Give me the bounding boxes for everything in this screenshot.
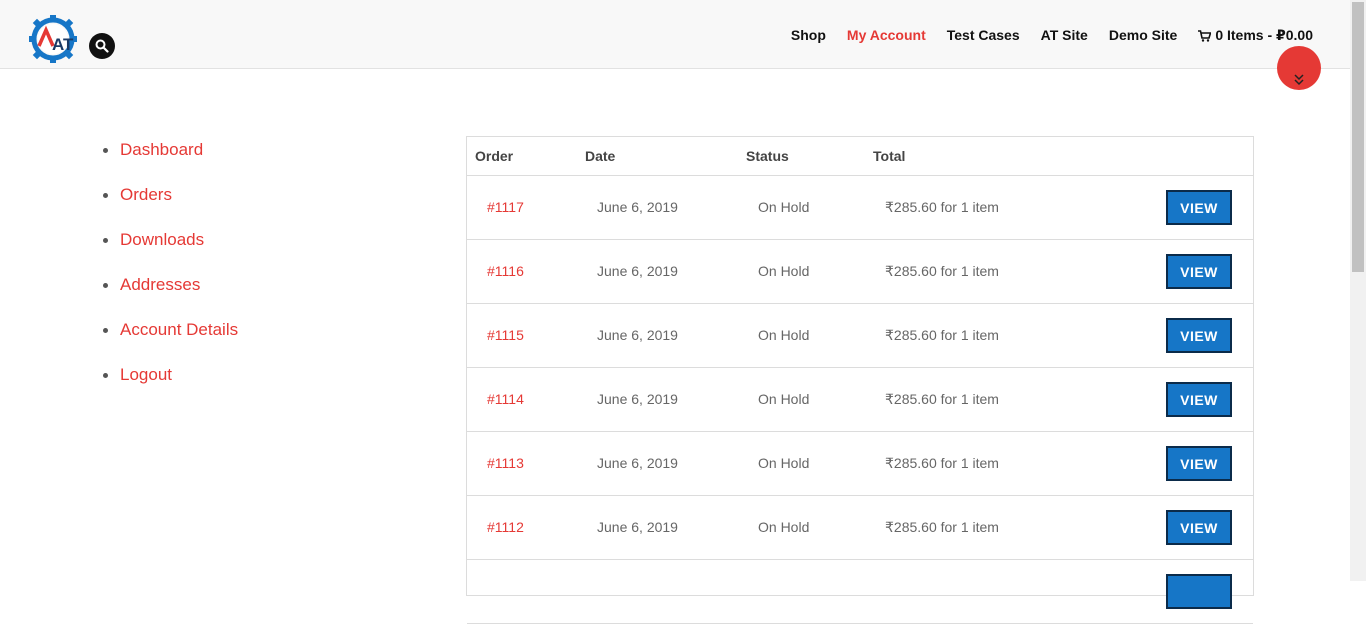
column-order: Order [475,148,514,164]
order-number-link[interactable]: #1115 [487,327,524,343]
order-status: On Hold [758,327,810,343]
order-date: June 6, 2019 [597,455,678,471]
table-header: Order Date Status Total [467,137,1253,176]
table-row: #1115 June 6, 2019 On Hold ₹285.60 for 1… [467,304,1253,368]
chevron-double-down-icon [1294,74,1304,86]
view-order-button[interactable]: VIEW [1166,446,1232,481]
svg-text:AT: AT [52,35,74,54]
orders-table: Order Date Status Total #1117 June 6, 20… [466,136,1254,624]
column-date: Date [585,148,616,164]
menu-account-details[interactable]: Account Details [120,320,238,339]
scrollbar-thumb[interactable] [1352,2,1364,272]
table-row: #1112 June 6, 2019 On Hold ₹285.60 for 1… [467,496,1253,560]
site-header: AT Shop My Account Test Cases AT Site De… [0,0,1350,69]
nav-my-account[interactable]: My Account [847,27,926,44]
order-total: ₹285.60 for 1 item [885,263,999,279]
table-row: #1116 June 6, 2019 On Hold ₹285.60 for 1… [467,240,1253,304]
search-icon [95,39,109,53]
account-menu-item: Addresses [103,273,238,318]
nav-shop[interactable]: Shop [791,27,826,44]
nav-cart[interactable]: 0 Items - ₽0.00 [1198,27,1313,44]
table-row-partial [467,560,1253,624]
order-date: June 6, 2019 [597,519,678,535]
menu-logout[interactable]: Logout [120,365,172,384]
order-status: On Hold [758,199,810,215]
order-total: ₹285.60 for 1 item [885,391,999,407]
table-row: #1114 June 6, 2019 On Hold ₹285.60 for 1… [467,368,1253,432]
order-date: June 6, 2019 [597,391,678,407]
order-total: ₹285.60 for 1 item [885,199,999,215]
view-order-button[interactable] [1166,574,1232,609]
menu-addresses[interactable]: Addresses [120,275,200,294]
order-total: ₹285.60 for 1 item [885,455,999,471]
account-navigation: Dashboard Orders Downloads Addresses Acc… [103,138,238,408]
order-number-link[interactable]: #1117 [487,199,524,215]
order-status: On Hold [758,455,810,471]
account-menu-item: Account Details [103,318,238,363]
scroll-down-button[interactable] [1277,46,1321,90]
order-status: On Hold [758,391,810,407]
nav-test-cases[interactable]: Test Cases [947,27,1020,44]
view-order-button[interactable]: VIEW [1166,510,1232,545]
site-logo[interactable]: AT [27,13,79,65]
cart-summary: 0 Items - ₽0.00 [1215,27,1313,43]
view-order-button[interactable]: VIEW [1166,382,1232,417]
search-button[interactable] [89,33,115,59]
column-total: Total [873,148,906,164]
table-row: #1117 June 6, 2019 On Hold ₹285.60 for 1… [467,176,1253,240]
order-date: June 6, 2019 [597,199,678,215]
account-menu-item: Downloads [103,228,238,273]
order-number-link[interactable]: #1114 [487,391,524,407]
order-number-link[interactable]: #1116 [487,263,524,279]
order-total: ₹285.60 for 1 item [885,519,999,535]
order-date: June 6, 2019 [597,263,678,279]
account-menu-item: Logout [103,363,238,408]
order-number-link[interactable]: #1113 [487,455,524,471]
main-nav: Shop My Account Test Cases AT Site Demo … [791,27,1313,44]
view-order-button[interactable]: VIEW [1166,254,1232,289]
view-order-button[interactable]: VIEW [1166,190,1232,225]
account-menu-item: Orders [103,183,238,228]
cart-icon [1198,29,1212,42]
menu-downloads[interactable]: Downloads [120,230,204,249]
order-status: On Hold [758,263,810,279]
column-status: Status [746,148,789,164]
order-total: ₹285.60 for 1 item [885,327,999,343]
order-number-link[interactable]: #1112 [487,519,524,535]
order-date: June 6, 2019 [597,327,678,343]
order-status: On Hold [758,519,810,535]
menu-dashboard[interactable]: Dashboard [120,140,203,159]
account-menu-item: Dashboard [103,138,238,183]
nav-at-site[interactable]: AT Site [1041,27,1088,44]
menu-orders[interactable]: Orders [120,185,172,204]
table-row: #1113 June 6, 2019 On Hold ₹285.60 for 1… [467,432,1253,496]
nav-demo-site[interactable]: Demo Site [1109,27,1177,44]
view-order-button[interactable]: VIEW [1166,318,1232,353]
